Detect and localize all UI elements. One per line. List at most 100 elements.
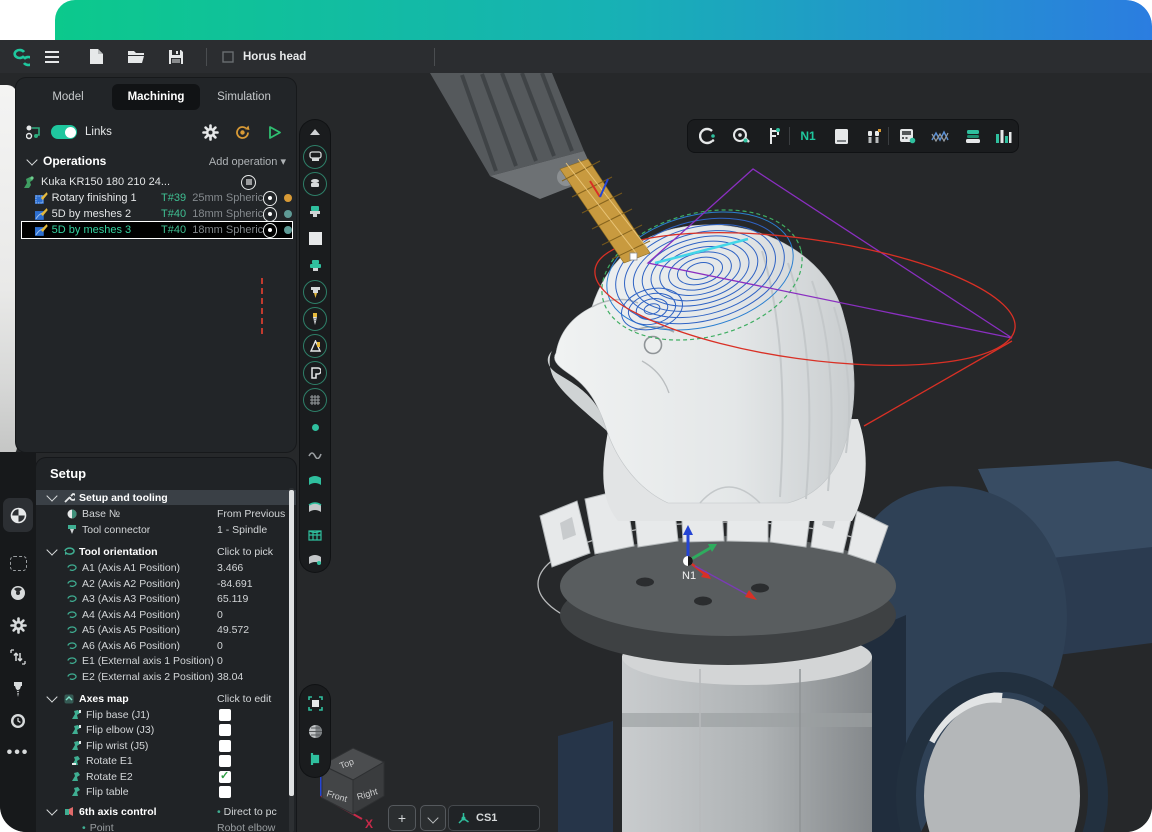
- show-points-icon[interactable]: [300, 415, 330, 439]
- axes-map-header[interactable]: Axes map Click to edit: [36, 691, 296, 706]
- checkbox-flip-base[interactable]: [219, 709, 231, 721]
- show-faces-icon[interactable]: [300, 496, 330, 520]
- dashboard-icon[interactable]: [0, 580, 36, 606]
- checkbox-rotate-e1[interactable]: [219, 755, 231, 767]
- drill-tool-icon[interactable]: [0, 676, 36, 702]
- axis-row-a6[interactable]: A6 (Axis A6 Position)0: [36, 638, 296, 653]
- axes-map-row-flip-elbow[interactable]: Flip elbow (J3): [36, 722, 296, 737]
- checkbox-flip-table[interactable]: [219, 786, 231, 798]
- setup-tooling-header[interactable]: Setup and tooling: [36, 490, 296, 505]
- tool-pair-icon[interactable]: [859, 120, 889, 152]
- section-view-icon[interactable]: [300, 747, 330, 771]
- axis-icon: [67, 626, 77, 634]
- axes-map-row-rotate-e2[interactable]: Rotate E2: [36, 769, 296, 784]
- show-fixture-icon[interactable]: [300, 253, 330, 277]
- operations-collapse-icon[interactable]: [26, 154, 37, 165]
- caliper-icon[interactable]: [759, 120, 789, 152]
- show-drill-icon[interactable]: [300, 307, 330, 331]
- axes-map-row-flip-base[interactable]: Flip base (J1): [36, 707, 296, 722]
- titlebar-divider2: [434, 48, 435, 66]
- recalculate-icon[interactable]: [230, 120, 254, 144]
- axis-row-a4[interactable]: A4 (Axis A4 Position)0: [36, 607, 296, 622]
- axis-row-a5[interactable]: A5 (Axis A5 Position)49.572: [36, 622, 296, 637]
- render-mode-icon[interactable]: [300, 719, 330, 743]
- snap-icon[interactable]: [693, 120, 723, 152]
- calculator-icon[interactable]: [892, 120, 922, 152]
- show-spindle-icon[interactable]: [300, 199, 330, 223]
- axis-icon: [67, 595, 77, 603]
- statistics-bars-icon[interactable]: [988, 120, 1018, 152]
- show-workpiece-icon[interactable]: [300, 226, 330, 250]
- document-tab[interactable]: Horus head: [221, 50, 306, 64]
- show-surfaces-icon[interactable]: [300, 469, 330, 493]
- tab-machining[interactable]: Machining: [112, 84, 200, 110]
- show-curves-icon[interactable]: [300, 442, 330, 466]
- links-toggle[interactable]: [51, 125, 77, 139]
- setup-scrollbar-thumb[interactable]: [289, 490, 294, 796]
- titlebar: Horus head: [0, 40, 1152, 73]
- operation-row-1[interactable]: Rotary finishing 1 T#39 25mm Spherica: [22, 190, 292, 206]
- tab-model[interactable]: Model: [24, 84, 112, 110]
- checkbox-flip-wrist[interactable]: [219, 740, 231, 752]
- tool-orientation-header[interactable]: Tool orientation Click to pick: [36, 544, 296, 559]
- show-stock-icon[interactable]: [300, 334, 330, 358]
- gear-icon[interactable]: [0, 612, 36, 638]
- app-logo[interactable]: [8, 45, 32, 69]
- open-file-icon[interactable]: [124, 45, 148, 69]
- main-menu-icon[interactable]: [40, 45, 64, 69]
- show-machine-icon[interactable]: [300, 145, 330, 169]
- save-icon[interactable]: [164, 45, 188, 69]
- more-tools-icon[interactable]: •••: [0, 740, 36, 766]
- datum-position-icon[interactable]: [0, 502, 36, 528]
- machine-menu-icon[interactable]: [241, 175, 256, 190]
- cs1-tab[interactable]: CS1: [448, 805, 540, 831]
- new-file-icon[interactable]: [84, 45, 108, 69]
- checkbox-rotate-e2[interactable]: [219, 771, 231, 783]
- settings-gear-icon[interactable]: [198, 120, 222, 144]
- graph-analysis-icon[interactable]: [925, 120, 955, 152]
- axis-row-e2[interactable]: E2 (External axis 2 Position)38.04: [36, 669, 296, 684]
- setup-row-base[interactable]: Base №From Previous: [36, 506, 296, 521]
- operation-radio[interactable]: [263, 207, 278, 222]
- notes-icon[interactable]: [826, 120, 856, 152]
- measure-tape-icon[interactable]: [726, 120, 756, 152]
- scroll-up-icon[interactable]: [300, 120, 330, 144]
- run-simulation-icon[interactable]: [262, 120, 286, 144]
- axis-row-a1[interactable]: A1 (Axis A1 Position)3.466: [36, 560, 296, 575]
- operation-row-2[interactable]: 5D by meshes 2 T#40 18mm Spherica: [22, 206, 292, 222]
- show-grid-surface-icon[interactable]: [300, 523, 330, 547]
- swap-axes-icon[interactable]: [0, 644, 36, 670]
- show-result-icon[interactable]: [300, 361, 330, 385]
- axes-map-row-rotate-e1[interactable]: Rotate E1: [36, 753, 296, 768]
- axis-icon: [67, 657, 77, 665]
- machine-row[interactable]: Kuka KR150 180 210 24...: [22, 174, 292, 190]
- sixth-axis-header[interactable]: 6th axis control • Direct to pc: [36, 804, 296, 819]
- axes-map-row-flip-table[interactable]: Flip table: [36, 784, 296, 799]
- tab-simulation[interactable]: Simulation: [200, 84, 288, 110]
- operation-row-3-selected[interactable]: 5D by meshes 3 T#40 18mm Spherica: [22, 222, 292, 238]
- show-solid-icon[interactable]: [300, 548, 330, 572]
- cs-list-dropdown[interactable]: [420, 805, 446, 831]
- collapse-icon: [46, 490, 57, 501]
- show-cutter-icon[interactable]: [300, 280, 330, 304]
- show-tool-holder-icon[interactable]: [300, 172, 330, 196]
- axis-row-a2[interactable]: A2 (Axis A2 Position)-84.691: [36, 576, 296, 591]
- viewport-3d-scene[interactable]: N1 Z X Top Front Right: [296, 73, 1152, 832]
- frame-label-toggle[interactable]: N1: [793, 120, 823, 152]
- operation-radio[interactable]: [263, 223, 278, 238]
- show-mesh-icon[interactable]: [300, 388, 330, 412]
- axis-row-a3[interactable]: A3 (Axis A3 Position)65.119: [36, 591, 296, 606]
- add-coordinate-system-button[interactable]: +: [388, 805, 416, 831]
- layers-stack-icon[interactable]: [958, 120, 988, 152]
- machine-time-icon[interactable]: [0, 708, 36, 734]
- add-operation-button[interactable]: Add operation ▾: [209, 155, 286, 168]
- sixth-axis-sub-row[interactable]: •Point Robot elbow: [36, 820, 296, 832]
- axes-map-row-flip-wrist[interactable]: Flip wrist (J5): [36, 738, 296, 753]
- window-gradient-band: [55, 0, 1152, 41]
- checkbox-flip-elbow[interactable]: [219, 724, 231, 736]
- selection-marquee-icon[interactable]: [0, 550, 36, 576]
- setup-row-connector[interactable]: Tool connector1 - Spindle: [36, 522, 296, 537]
- axis-row-e1[interactable]: E1 (External axis 1 Position)0: [36, 653, 296, 668]
- operation-radio[interactable]: [263, 191, 278, 206]
- zoom-fit-icon[interactable]: [300, 691, 330, 715]
